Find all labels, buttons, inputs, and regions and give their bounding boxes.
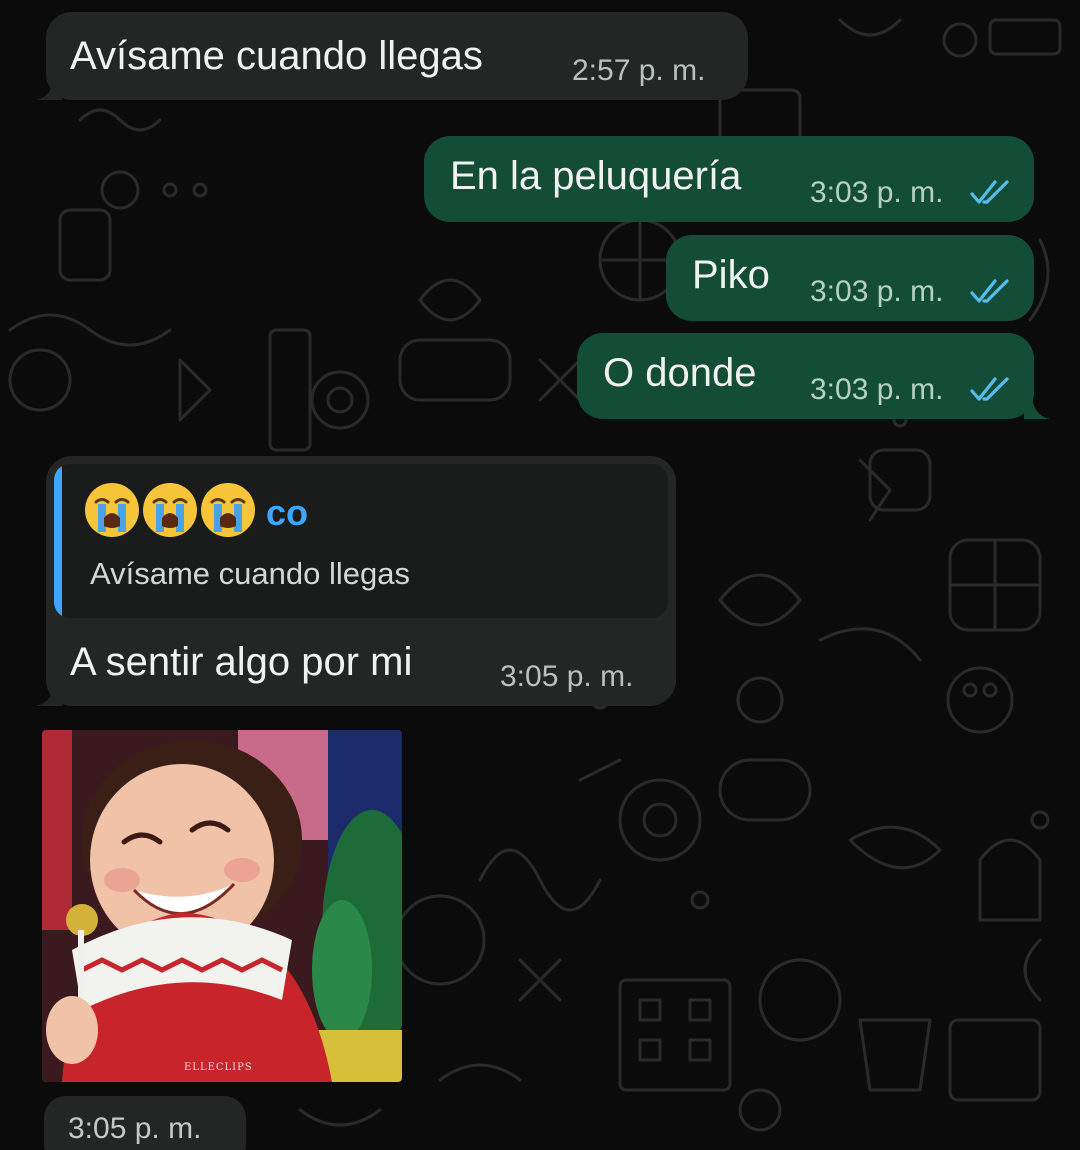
read-double-check-icon (970, 377, 1009, 401)
bubble-tail (36, 74, 62, 100)
message-bubble-outgoing[interactable]: O donde 3:03 p. m. (577, 333, 1050, 419)
read-double-check-icon (970, 180, 1009, 204)
message-timestamp: 3:03 p. m. (810, 373, 944, 406)
message-timestamp: 3:05 p. m. (500, 660, 634, 693)
message-text: O donde (603, 351, 757, 395)
loudly-crying-face-icon (201, 483, 255, 537)
smiling-girl-image (42, 730, 402, 1082)
chat-area[interactable]: Avísame cuando llegas 2:57 p. m. En la p… (0, 0, 1080, 1150)
message-text: A sentir algo por mi (70, 640, 413, 684)
loudly-crying-face-icon (85, 483, 139, 537)
message-timestamp: 3:03 p. m. (810, 176, 944, 209)
message-timestamp: 3:05 p. m. (68, 1112, 202, 1145)
message-timestamp: 3:03 p. m. (810, 275, 944, 308)
quote-author-name: co (266, 492, 309, 533)
read-double-check-icon (970, 279, 1009, 303)
message-text: En la peluquería (450, 154, 742, 198)
loudly-crying-face-icon (143, 483, 197, 537)
message-bubble-outgoing[interactable]: Piko 3:03 p. m. (666, 235, 1034, 321)
message-bubble-incoming[interactable]: Avísame cuando llegas 2:57 p. m. (36, 12, 748, 100)
quoted-message-text: Avísame cuando llegas (90, 556, 410, 591)
quote-author-emojis (82, 480, 256, 540)
bubble-tail (1024, 393, 1050, 419)
message-text: Avísame cuando llegas (70, 34, 483, 78)
gif-media[interactable]: ELLECLIPS (42, 730, 402, 1082)
bubble-tail (36, 680, 62, 706)
media-timestamp-chip: 3:05 p. m. (44, 1096, 246, 1150)
gif-watermark: ELLECLIPS (184, 1062, 253, 1073)
quoted-message[interactable]: co Avísame cuando llegas (54, 464, 668, 618)
message-bubble-outgoing[interactable]: En la peluquería 3:03 p. m. (424, 136, 1034, 222)
message-text: Piko (692, 253, 770, 297)
message-bubble-incoming-reply[interactable]: co Avísame cuando llegas A sentir algo p… (36, 456, 676, 706)
quote-accent-bar (54, 464, 62, 618)
message-timestamp: 2:57 p. m. (572, 54, 706, 87)
